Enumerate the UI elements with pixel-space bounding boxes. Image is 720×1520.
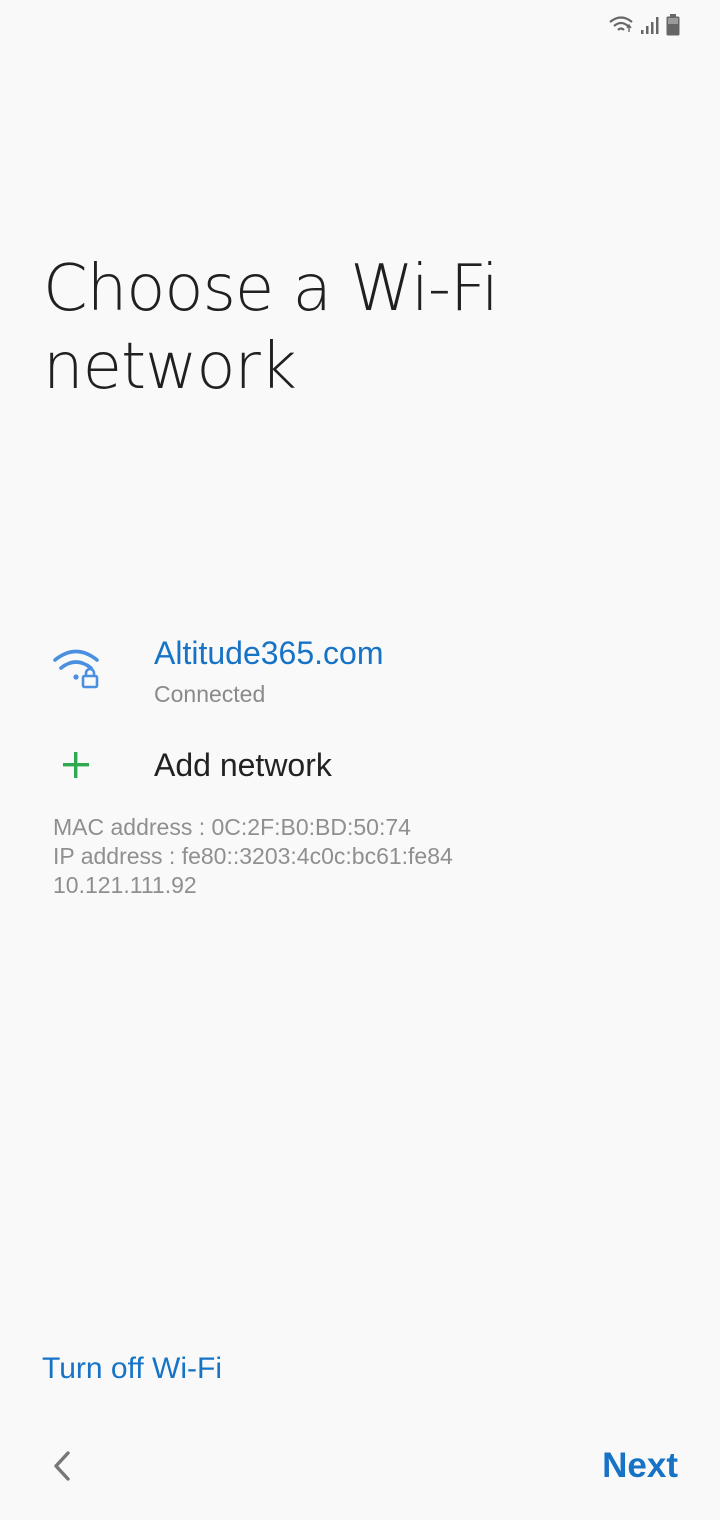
add-network-label: Add network <box>154 747 332 783</box>
ip-address-v4: 10.121.111.92 <box>53 872 197 898</box>
ip-address: IP address : fe80::3203:4c0c:bc61:fe84 <box>53 843 453 869</box>
next-button[interactable]: Next <box>602 1446 678 1486</box>
turn-off-wifi-link[interactable]: Turn off Wi-Fi <box>42 1352 222 1386</box>
network-status: Connected <box>154 681 266 707</box>
signal-icon <box>640 15 660 40</box>
device-info: MAC address : 0C:2F:B0:BD:50:74 IP addre… <box>53 813 453 900</box>
plus-icon <box>60 749 92 781</box>
page-title: Choose a Wi‑Fi network <box>43 252 499 404</box>
chevron-left-icon[interactable] <box>48 1448 78 1484</box>
add-network-button[interactable]: Add network <box>0 735 720 799</box>
wifi-status-icon <box>608 14 634 41</box>
status-icons <box>608 14 680 41</box>
wifi-lock-icon <box>52 647 102 694</box>
battery-icon <box>666 14 680 41</box>
network-name: Altitude365.com <box>154 635 384 671</box>
mac-address: MAC address : 0C:2F:B0:BD:50:74 <box>53 814 411 840</box>
network-item[interactable]: Altitude365.com Connected <box>0 625 720 725</box>
status-bar <box>0 0 720 52</box>
